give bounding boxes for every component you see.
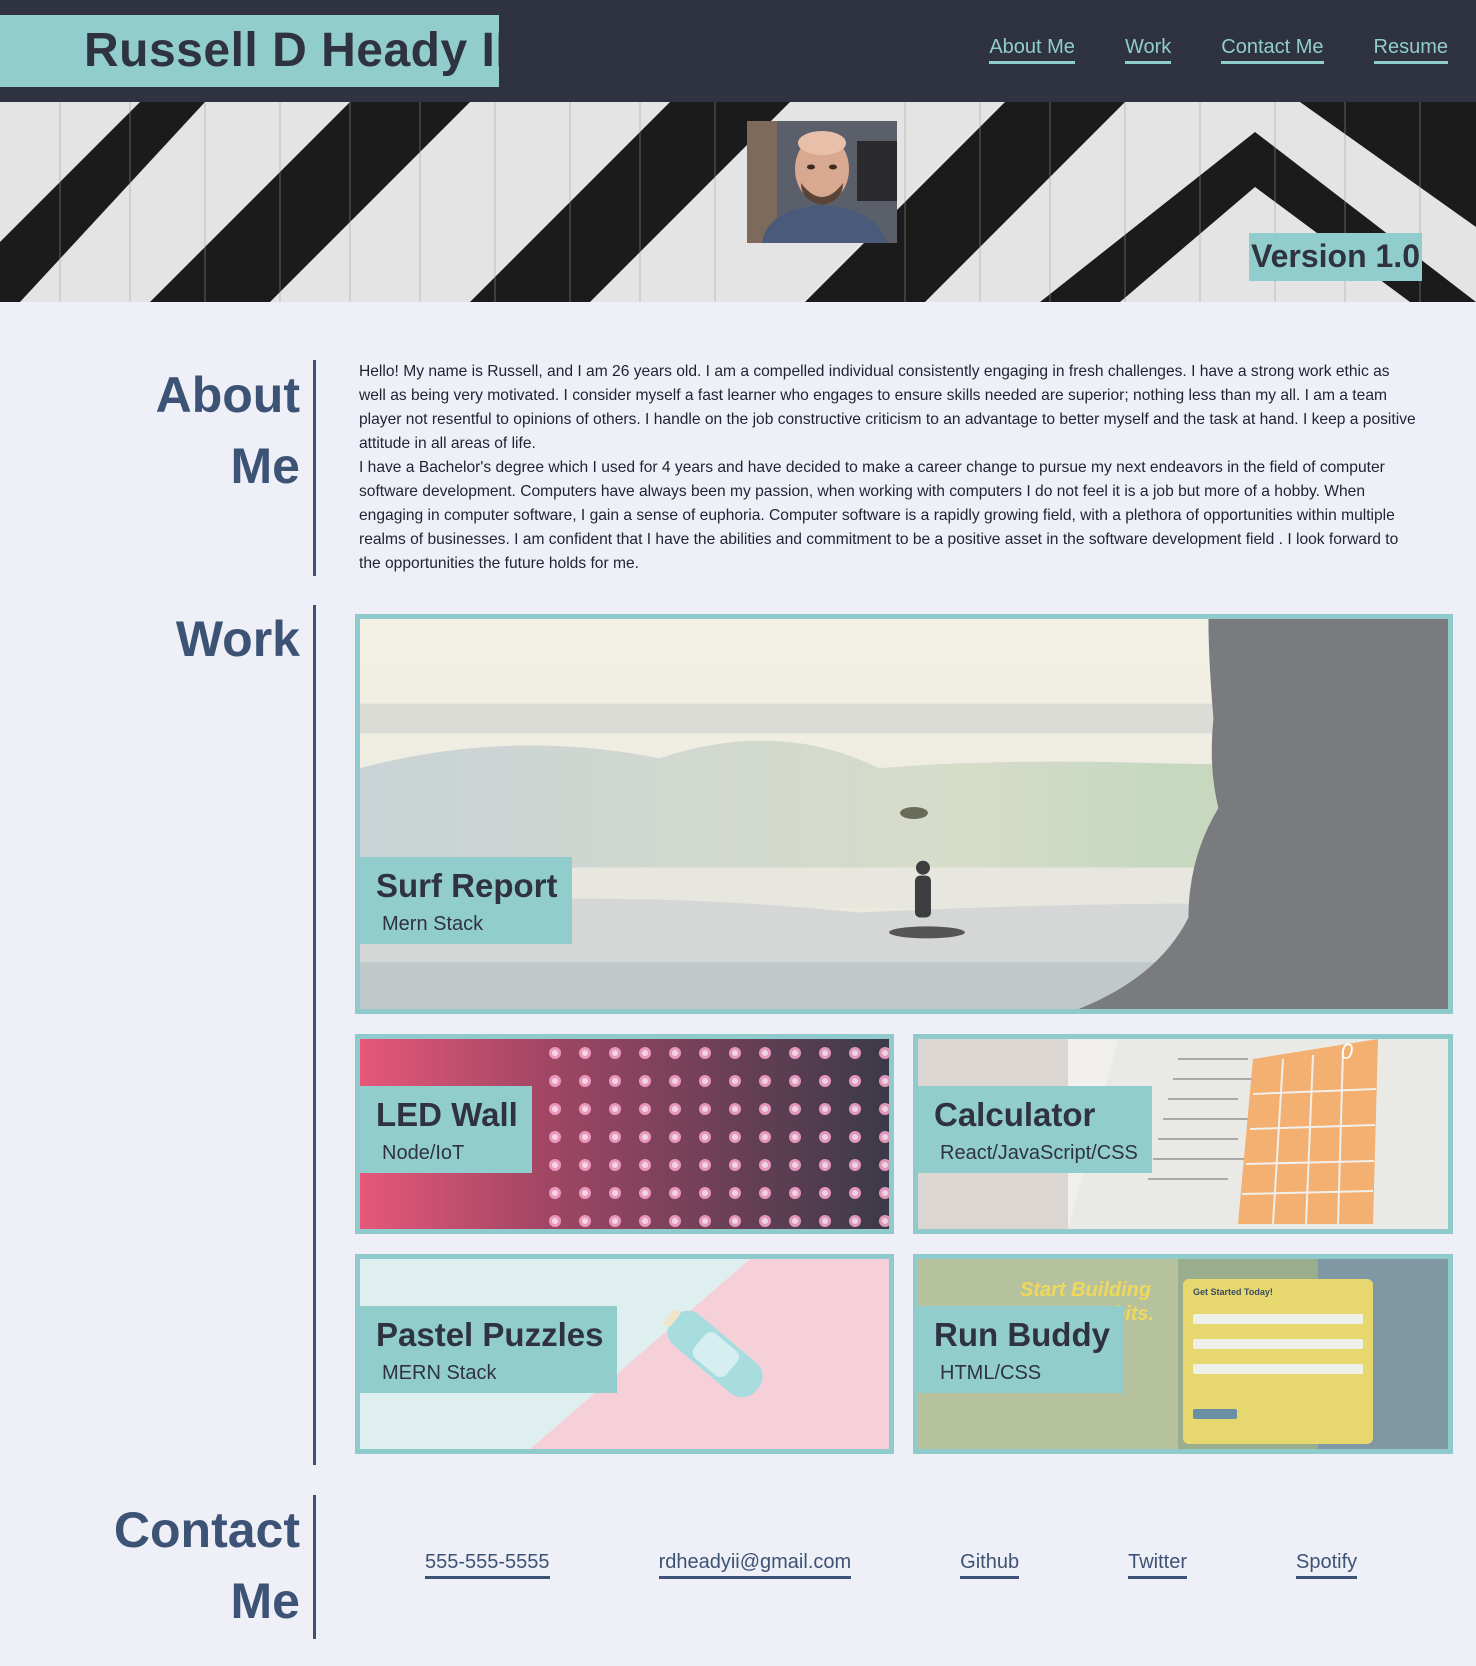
project-stack: Node/IoT	[382, 1142, 465, 1164]
nav-link-contact[interactable]: Contact Me	[1221, 36, 1324, 64]
version-badge: Version 1.0	[1249, 233, 1422, 281]
project-card-run-buddy[interactable]: Start Building bits. Get Started Today! …	[913, 1254, 1453, 1454]
spotify-link[interactable]: Spotify	[1296, 1551, 1358, 1579]
project-title: Pastel Puzzles	[376, 1316, 604, 1353]
project-label-surf-report: Surf Report Mern Stack	[360, 857, 572, 944]
profile-photo	[747, 121, 897, 243]
project-stack: React/JavaScript/CSS	[940, 1142, 1138, 1164]
phone-link[interactable]: 555-555-5555	[425, 1551, 550, 1579]
contact-heading-line1: Contact	[113, 1502, 300, 1558]
about-heading-line1: About	[155, 367, 300, 423]
about-divider	[313, 360, 316, 576]
run-buddy-banner: Start Building	[1020, 1279, 1152, 1301]
contact-links: 555-555-5555 rdheadyii@gmail.com Github …	[425, 1551, 1358, 1579]
project-card-surf-report[interactable]: Surf Report Mern Stack	[355, 614, 1453, 1014]
work-divider	[313, 605, 316, 1465]
run-buddy-form-title: Get Started Today!	[1193, 1287, 1273, 1297]
site-header: Russell D Heady II About Me Work Contact…	[0, 0, 1476, 102]
project-label-pastel-puzzles: Pastel Puzzles MERN Stack	[360, 1306, 618, 1393]
project-label-calculator: Calculator React/JavaScript/CSS	[918, 1086, 1152, 1173]
project-title: Calculator	[934, 1096, 1096, 1133]
contact-heading-line2: Me	[230, 1573, 300, 1629]
project-title: Run Buddy	[934, 1316, 1110, 1353]
nav-link-resume[interactable]: Resume	[1373, 36, 1448, 64]
contact-divider	[313, 1495, 316, 1639]
github-link[interactable]: Github	[960, 1551, 1020, 1579]
site-title[interactable]: Russell D Heady II	[84, 23, 509, 78]
about-paragraph-2: I have a Bachelor's degree which I used …	[359, 459, 1399, 572]
hero-banner: Version 1.0	[0, 102, 1476, 302]
project-card-pastel-puzzles[interactable]: Pastel Puzzles MERN Stack	[355, 1254, 894, 1454]
twitter-link[interactable]: Twitter	[1128, 1551, 1188, 1579]
about-text: Hello! My name is Russell, and I am 26 y…	[359, 360, 1419, 576]
nav-link-work[interactable]: Work	[1124, 36, 1172, 64]
project-label-run-buddy: Run Buddy HTML/CSS	[918, 1306, 1124, 1393]
about-heading-line2: Me	[230, 438, 300, 494]
work-heading: Work	[175, 611, 300, 667]
surf-photo	[360, 619, 1448, 1009]
main-nav: About Me Work Contact Me Resume	[989, 36, 1448, 64]
project-label-led-wall: LED Wall Node/IoT	[360, 1086, 532, 1173]
project-stack: Mern Stack	[382, 913, 484, 935]
project-card-calculator[interactable]: 0 Calculator React/JavaScript/CSS	[913, 1034, 1453, 1234]
email-link[interactable]: rdheadyii@gmail.com	[658, 1551, 852, 1579]
project-title: LED Wall	[376, 1096, 518, 1133]
nav-link-about[interactable]: About Me	[989, 36, 1075, 64]
calculator-display: 0	[1340, 1039, 1353, 1064]
project-card-led-wall[interactable]: LED Wall Node/IoT	[355, 1034, 894, 1234]
brand-banner: Russell D Heady II	[0, 15, 509, 87]
project-stack: HTML/CSS	[940, 1362, 1042, 1384]
project-title: Surf Report	[376, 867, 558, 904]
about-heading: About Me	[156, 360, 300, 502]
project-stack: MERN Stack	[382, 1362, 497, 1384]
about-paragraph-1: Hello! My name is Russell, and I am 26 y…	[359, 363, 1416, 452]
contact-heading: Contact Me	[114, 1495, 300, 1637]
